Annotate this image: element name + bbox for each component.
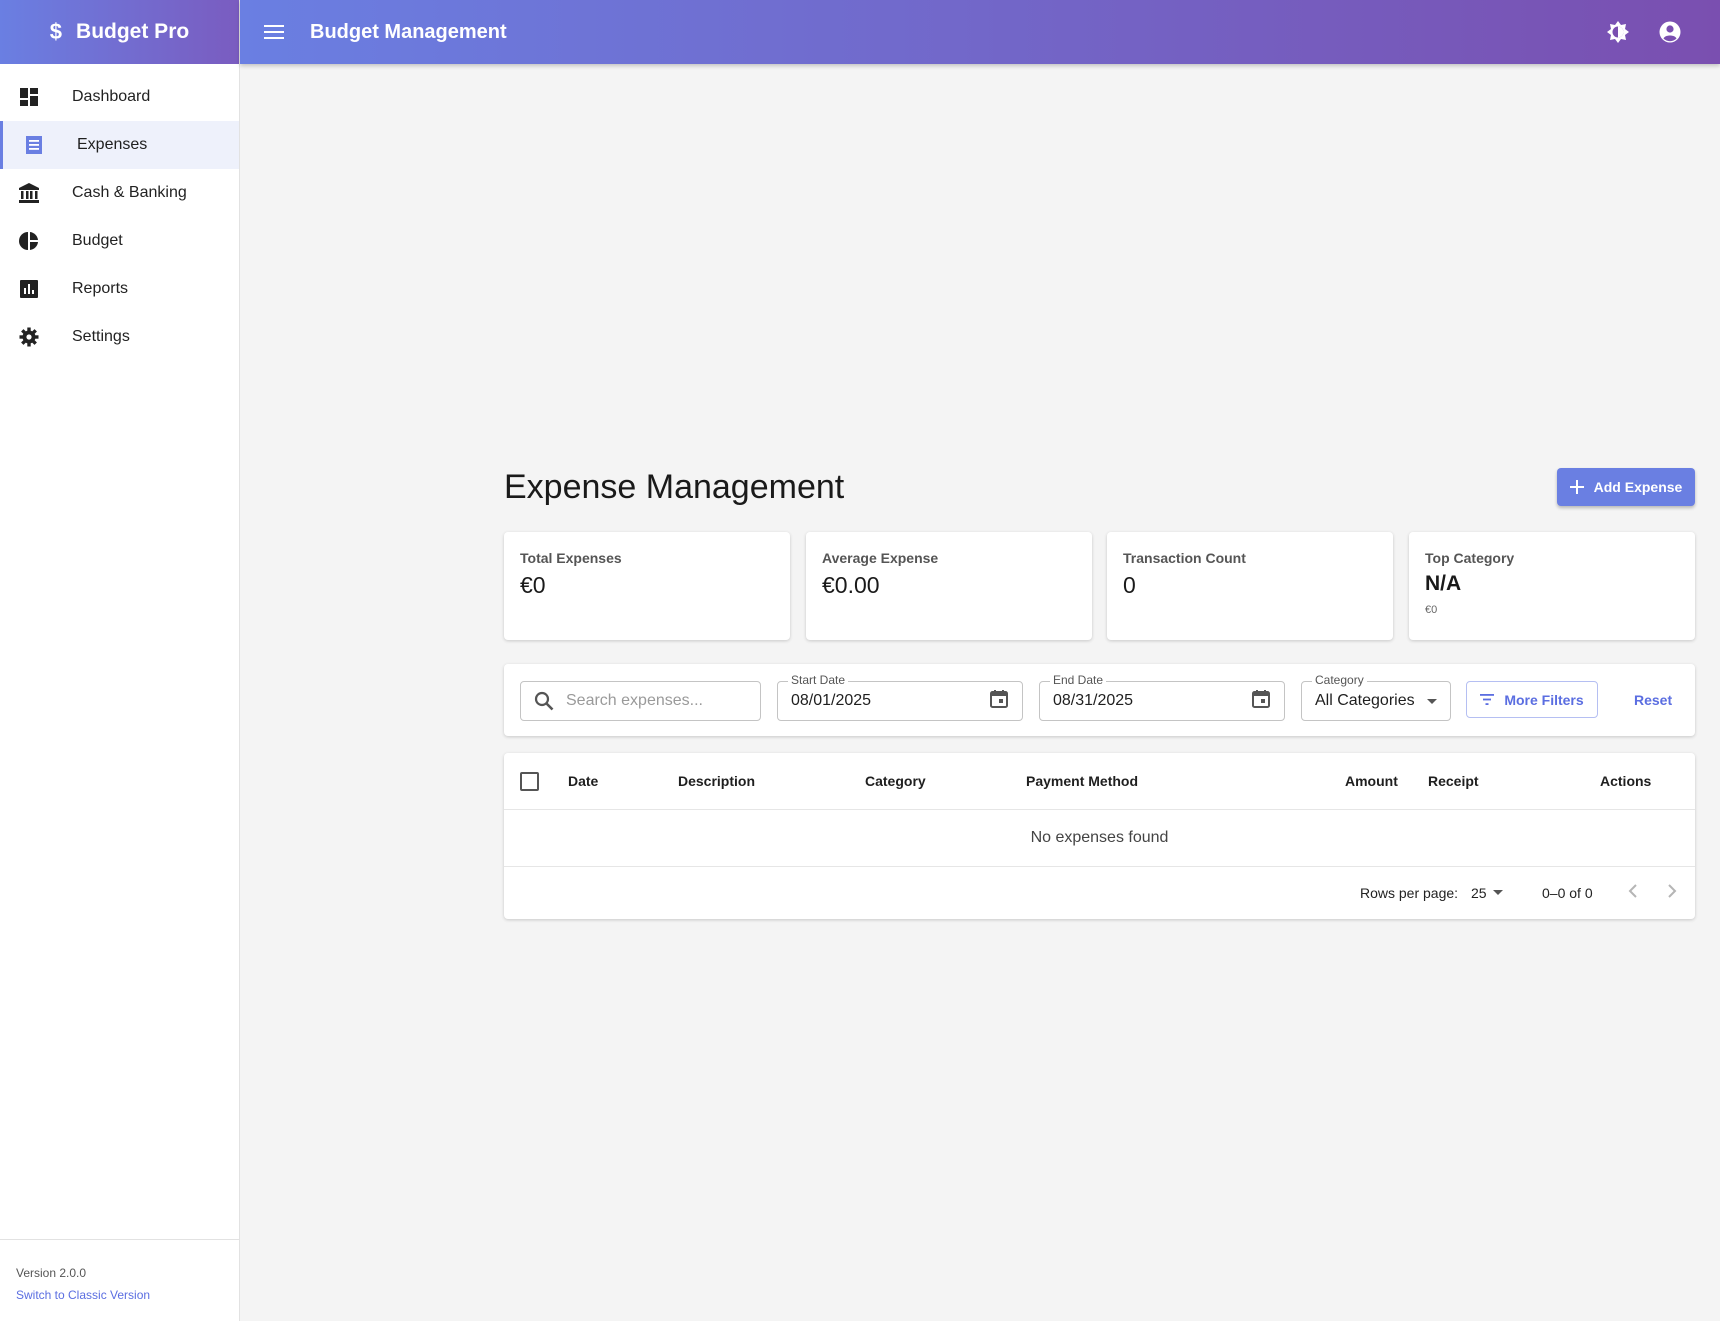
sidebar-nav: Dashboard Expenses Cash & Banking Budget… xyxy=(0,73,239,361)
calendar-icon[interactable] xyxy=(1251,689,1271,714)
pagination-range: 0–0 of 0 xyxy=(1542,885,1593,901)
column-header-receipt: Receipt xyxy=(1428,773,1479,789)
category-select[interactable]: Category All Categories xyxy=(1301,673,1451,721)
stat-card-top-category: Top Category N/A €0 xyxy=(1409,532,1695,640)
dollar-icon: $ xyxy=(49,19,63,44)
category-value: All Categories xyxy=(1315,692,1415,709)
sidebar-item-settings[interactable]: Settings xyxy=(0,313,239,361)
pagination: Rows per page: 25 0–0 of 0 xyxy=(504,867,1695,919)
sidebar: $ Budget Pro Dashboard Expenses Cash & B… xyxy=(0,0,240,1321)
table-header: Date Description Category Payment Method… xyxy=(504,753,1695,810)
stat-sub-value: €0 xyxy=(1425,604,1438,616)
sidebar-item-cash-banking[interactable]: Cash & Banking xyxy=(0,169,239,217)
start-date-value: 08/01/2025 xyxy=(791,692,872,709)
stat-card-average-expense: Average Expense €0.00 xyxy=(806,532,1092,640)
stat-value: €0.00 xyxy=(822,572,880,598)
sidebar-item-label: Settings xyxy=(72,328,130,345)
bar-chart-icon xyxy=(18,278,40,300)
stat-label: Transaction Count xyxy=(1123,550,1246,566)
theme-toggle-icon[interactable] xyxy=(1606,20,1630,44)
app-bar: Budget Management xyxy=(240,0,1720,64)
brand-name: Budget Pro xyxy=(76,20,190,43)
rows-per-page-value: 25 xyxy=(1471,885,1487,901)
more-filters-button[interactable]: More Filters xyxy=(1466,681,1598,718)
reset-button[interactable]: Reset xyxy=(1624,681,1682,718)
bank-icon xyxy=(18,182,40,204)
column-header-category[interactable]: Category xyxy=(865,773,926,789)
stat-value: €0 xyxy=(520,572,546,598)
end-date-field[interactable]: End Date 08/31/2025 xyxy=(1039,673,1285,721)
search-input[interactable]: Search expenses... xyxy=(520,681,761,721)
column-header-description[interactable]: Description xyxy=(678,773,755,789)
column-header-payment-method[interactable]: Payment Method xyxy=(1026,773,1138,789)
sidebar-item-label: Budget xyxy=(72,232,123,249)
sidebar-item-budget[interactable]: Budget xyxy=(0,217,239,265)
dropdown-arrow-icon xyxy=(1492,890,1503,895)
search-icon xyxy=(534,691,554,711)
add-expense-button[interactable]: Add Expense xyxy=(1557,468,1695,506)
start-date-label: Start Date xyxy=(788,673,849,687)
rows-per-page-label: Rows per page: xyxy=(1360,885,1459,901)
stat-label: Average Expense xyxy=(822,550,939,566)
empty-state-row: No expenses found xyxy=(504,810,1695,867)
expenses-table: Date Description Category Payment Method… xyxy=(504,753,1695,919)
receipt-icon xyxy=(23,134,45,156)
more-filters-label: More Filters xyxy=(1504,691,1584,708)
sidebar-item-reports[interactable]: Reports xyxy=(0,265,239,313)
calendar-icon[interactable] xyxy=(989,689,1009,714)
version-text: Version 2.0.0 xyxy=(16,1266,87,1280)
end-date-label: End Date xyxy=(1050,673,1107,687)
dashboard-icon xyxy=(18,86,40,108)
column-header-amount[interactable]: Amount xyxy=(1345,773,1398,789)
app-title: Budget Management xyxy=(310,20,507,43)
next-page-icon[interactable] xyxy=(1667,883,1677,902)
previous-page-icon[interactable] xyxy=(1628,883,1638,902)
end-date-value: 08/31/2025 xyxy=(1053,692,1134,709)
column-header-date[interactable]: Date xyxy=(568,773,598,789)
pie-chart-icon xyxy=(18,230,40,252)
search-placeholder: Search expenses... xyxy=(566,692,703,709)
brand[interactable]: $ Budget Pro xyxy=(0,0,239,64)
add-expense-label: Add Expense xyxy=(1593,479,1683,495)
start-date-field[interactable]: Start Date 08/01/2025 xyxy=(777,673,1023,721)
category-label: Category xyxy=(1312,673,1367,687)
stat-value: N/A xyxy=(1425,572,1462,595)
column-header-actions: Actions xyxy=(1600,773,1652,789)
stat-value: 0 xyxy=(1123,572,1136,598)
filter-bar: Search expenses... Start Date 08/01/2025… xyxy=(504,664,1695,736)
switch-classic-link[interactable]: Switch to Classic Version xyxy=(16,1288,223,1302)
account-icon[interactable] xyxy=(1658,20,1682,44)
sidebar-item-label: Dashboard xyxy=(72,88,151,105)
sidebar-item-label: Expenses xyxy=(77,136,148,153)
gear-icon xyxy=(18,326,40,348)
sidebar-footer: Version 2.0.0 Switch to Classic Version xyxy=(0,1239,239,1321)
rows-per-page-select[interactable]: 25 xyxy=(1471,885,1503,901)
stat-card-transaction-count: Transaction Count 0 xyxy=(1107,532,1393,640)
filter-icon xyxy=(1480,694,1495,705)
dropdown-arrow-icon xyxy=(1427,692,1437,710)
select-all-checkbox[interactable] xyxy=(520,772,539,791)
menu-icon[interactable] xyxy=(262,20,286,44)
stat-label: Total Expenses xyxy=(520,550,622,566)
stat-label: Top Category xyxy=(1425,550,1515,566)
sidebar-item-label: Cash & Banking xyxy=(72,184,187,201)
sidebar-item-label: Reports xyxy=(72,280,129,297)
plus-icon xyxy=(1569,480,1584,494)
page-title: Expense Management xyxy=(504,468,845,506)
sidebar-item-dashboard[interactable]: Dashboard xyxy=(0,73,239,121)
sidebar-item-expenses[interactable]: Expenses xyxy=(0,121,239,169)
stat-card-total-expenses: Total Expenses €0 xyxy=(504,532,790,640)
app-bar-actions xyxy=(1606,20,1682,44)
